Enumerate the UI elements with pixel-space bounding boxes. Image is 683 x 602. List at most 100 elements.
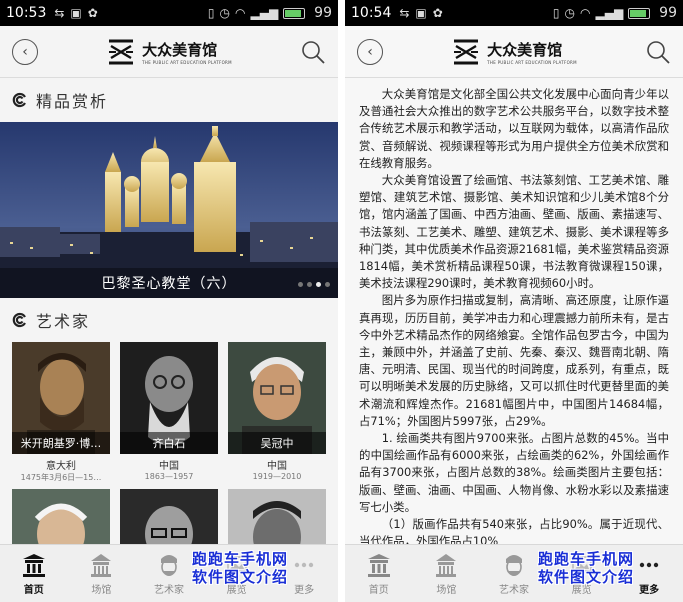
artist-card[interactable]: 齐白石 中国 1863—1957 bbox=[120, 342, 218, 483]
artist-portrait-icon bbox=[505, 555, 522, 576]
alarm-icon: ◷ bbox=[564, 6, 575, 20]
artist-name: 米开朗基罗·博… bbox=[12, 432, 110, 454]
home-pavilion-icon bbox=[367, 554, 390, 577]
artist-portrait: 吴冠中 bbox=[228, 342, 326, 454]
artist-name: 吴冠中 bbox=[228, 432, 326, 454]
logo-subtitle: THE PUBLIC ART EDUCATION PLATFORM bbox=[142, 59, 232, 65]
carousel-dot-active[interactable] bbox=[316, 282, 321, 287]
system-icons: ▯ ◷ ◠ ▂▄▆ 99 bbox=[208, 5, 332, 21]
wifi-icon: ◠ bbox=[580, 6, 591, 20]
back-button[interactable]: ‹ bbox=[12, 38, 38, 65]
usb-icon: ⇆ bbox=[54, 6, 65, 20]
back-button[interactable]: ‹ bbox=[357, 38, 383, 65]
tab-label: 更多 bbox=[639, 585, 660, 596]
artist-card[interactable]: 吴冠中 中国 1919—2010 bbox=[228, 342, 326, 483]
artist-name: 齐白石 bbox=[120, 432, 218, 454]
artist-country: 中国 bbox=[159, 461, 179, 472]
tab-home[interactable]: 首页 bbox=[0, 545, 68, 602]
site-watermark: 跑跑车手机网 软件图文介绍 bbox=[192, 550, 288, 586]
tab-label: 场馆 bbox=[91, 585, 112, 596]
logo-subtitle: THE PUBLIC ART EDUCATION PLATFORM bbox=[487, 59, 577, 65]
vibrate-icon: ▯ bbox=[207, 6, 215, 20]
app-notification-icon: ✿ bbox=[87, 6, 98, 20]
chevron-left-icon: ‹ bbox=[367, 43, 373, 60]
tab-label: 更多 bbox=[294, 585, 315, 596]
carousel-dot[interactable] bbox=[298, 282, 303, 287]
wifi-icon: ◠ bbox=[235, 6, 246, 20]
artist-portrait-icon bbox=[160, 555, 177, 576]
tab-venue[interactable]: 场馆 bbox=[68, 545, 136, 602]
tab-label: 艺术家 bbox=[498, 585, 529, 596]
vibrate-icon: ▯ bbox=[552, 6, 560, 20]
carousel-indicator bbox=[298, 282, 330, 287]
app-header: ‹ 大众美育馆 THE PUBLIC ART EDUCATION PLATFOR… bbox=[345, 26, 683, 78]
carousel-dot[interactable] bbox=[307, 282, 312, 287]
notification-icons: ⇆ ▣ ✿ bbox=[399, 6, 442, 20]
tab-label: 首页 bbox=[23, 585, 44, 596]
artist-portrait: 米开朗基罗·博… bbox=[12, 342, 110, 454]
watermark-line2: 软件图文介绍 bbox=[192, 568, 289, 586]
venue-building-icon bbox=[91, 554, 112, 577]
tab-label: 艺术家 bbox=[153, 585, 184, 596]
status-bar: 10:54 ⇆ ▣ ✿ ▯ ◷ ◠ ▂▄▆ 99 bbox=[345, 0, 683, 26]
battery-level: 99 bbox=[659, 5, 677, 21]
swirl-icon bbox=[12, 92, 26, 108]
home-pavilion-icon bbox=[22, 554, 45, 577]
article-paragraph: 大众美育馆设置了绘画馆、书法篆刻馆、工艺美术馆、雕塑馆、建筑艺术馆、摄影馆、美术… bbox=[359, 173, 669, 291]
app-notification-icon: ✿ bbox=[432, 6, 443, 20]
tab-home[interactable]: 首页 bbox=[345, 545, 413, 602]
alarm-icon: ◷ bbox=[219, 6, 230, 20]
battery-icon bbox=[628, 7, 651, 19]
venue-building-icon bbox=[436, 554, 457, 577]
artists-section-title: 艺术家 bbox=[36, 312, 91, 331]
artists-section-header: 艺术家 bbox=[0, 298, 338, 342]
signal-icon: ▂▄▆ bbox=[250, 6, 279, 20]
chevron-left-icon: ‹ bbox=[22, 43, 28, 60]
featured-banner[interactable]: 巴黎圣心教堂（六） bbox=[0, 122, 338, 298]
about-article: 大众美育馆是文化部全国公共文化发展中心面向青少年以及普通社会大众推出的数字艺术公… bbox=[345, 78, 683, 544]
logo-title: 大众美育馆 bbox=[487, 40, 563, 59]
artist-years: 1475年3月6日—15… bbox=[20, 473, 102, 482]
article-paragraph: 1. 绘画类共有图片9700来张。占图片总数的45%。当中的中国绘画作品有600… bbox=[359, 431, 669, 514]
more-icon bbox=[294, 562, 314, 568]
tab-label: 首页 bbox=[368, 585, 389, 596]
search-icon bbox=[647, 40, 670, 64]
search-icon bbox=[302, 40, 325, 64]
status-bar: 10:53 ⇆ ▣ ✿ ▯ ◷ ◠ ▂▄▆ 99 bbox=[0, 0, 338, 26]
system-icons: ▯ ◷ ◠ ▂▄▆ 99 bbox=[553, 5, 677, 21]
artist-grid: 米开朗基罗·博… 意大利 1475年3月6日—15… 齐白石 中国 1863—1… bbox=[0, 342, 338, 483]
featured-section-header: 精品赏析 bbox=[0, 78, 338, 122]
carousel-dot[interactable] bbox=[325, 282, 330, 287]
watermark-line1: 跑跑车手机网 bbox=[192, 550, 289, 568]
notification-icons: ⇆ ▣ ✿ bbox=[54, 6, 97, 20]
artist-portrait: 齐白石 bbox=[120, 342, 218, 454]
artist-card[interactable]: 米开朗基罗·博… 意大利 1475年3月6日—15… bbox=[12, 342, 110, 483]
watermark-line1: 跑跑车手机网 bbox=[538, 550, 635, 568]
search-button[interactable] bbox=[645, 39, 671, 65]
featured-section-title: 精品赏析 bbox=[36, 92, 109, 111]
battery-level: 99 bbox=[314, 5, 332, 21]
logo-mark-icon bbox=[109, 39, 134, 64]
swirl-icon bbox=[12, 312, 26, 328]
app-logo: 大众美育馆 THE PUBLIC ART EDUCATION PLATFORM bbox=[106, 37, 232, 67]
article-paragraph: 大众美育馆是文化部全国公共文化发展中心面向青少年以及普通社会大众推出的数字艺术公… bbox=[359, 87, 669, 170]
artist-country: 中国 bbox=[267, 461, 287, 472]
about-screen: 10:54 ⇆ ▣ ✿ ▯ ◷ ◠ ▂▄▆ 99 ‹ 大众美育馆 THE PUB… bbox=[345, 0, 683, 602]
artist-years: 1863—1957 bbox=[144, 472, 194, 481]
signal-icon: ▂▄▆ bbox=[595, 6, 624, 20]
more-icon bbox=[639, 562, 659, 568]
home-screen: 10:53 ⇆ ▣ ✿ ▯ ◷ ◠ ▂▄▆ 99 ‹ 大众美育馆 THE PUB… bbox=[0, 0, 338, 602]
tab-venue[interactable]: 场馆 bbox=[413, 545, 481, 602]
article-paragraph: （1）版画作品共有540来张，占比90%。属于近现代、当代作品，外国作品占10% bbox=[359, 517, 669, 544]
artist-country: 意大利 bbox=[46, 461, 76, 472]
watermark-line2: 软件图文介绍 bbox=[538, 568, 635, 586]
image-icon: ▣ bbox=[415, 6, 427, 20]
status-time: 10:53 bbox=[6, 5, 47, 21]
usb-icon: ⇆ bbox=[399, 6, 410, 20]
search-button[interactable] bbox=[300, 39, 326, 65]
logo-title: 大众美育馆 bbox=[142, 40, 218, 59]
app-header: ‹ 大众美育馆 THE PUBLIC ART EDUCATION PLATFOR… bbox=[0, 26, 338, 78]
status-time: 10:54 bbox=[351, 5, 392, 21]
site-watermark: 跑跑车手机网 软件图文介绍 bbox=[538, 550, 634, 586]
artist-years: 1919—2010 bbox=[252, 472, 302, 481]
